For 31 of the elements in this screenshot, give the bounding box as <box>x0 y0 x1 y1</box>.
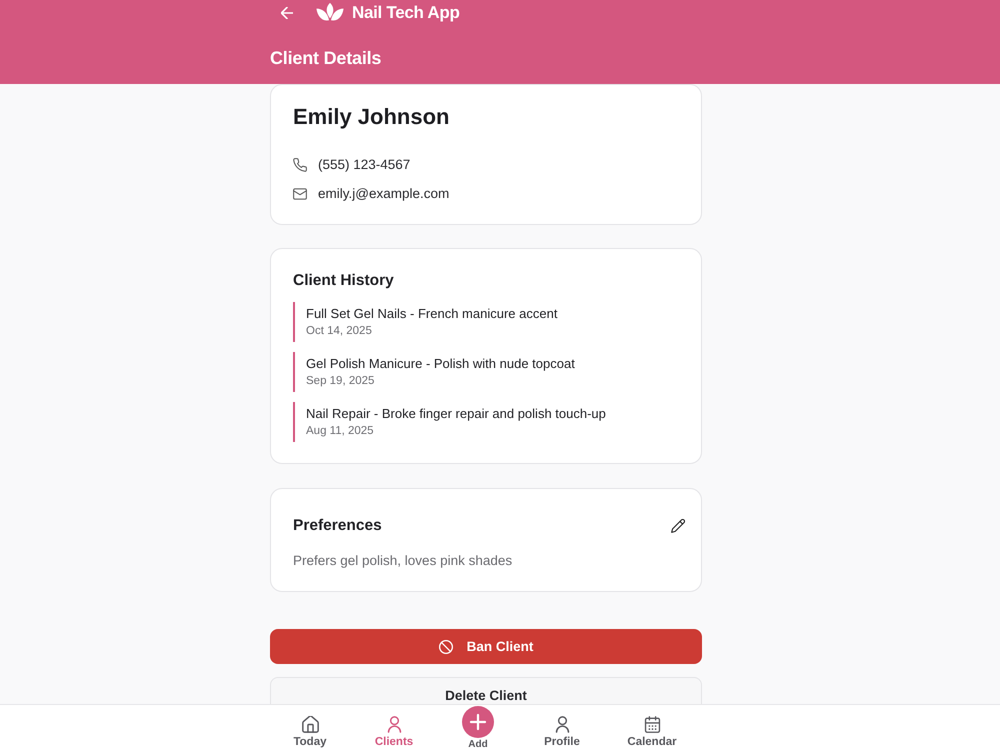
service-text: Full Set Gel Nails - French manicure accent <box>306 305 558 323</box>
app-title: Nail Tech App <box>352 2 460 24</box>
home-icon <box>302 716 318 733</box>
nav-tab[interactable]: Clients <box>352 705 436 750</box>
nav-tab[interactable]: Profile <box>520 705 604 750</box>
person-icon <box>386 716 402 733</box>
client-name: Emily Johnson <box>293 103 450 131</box>
page-title: Client Details <box>270 47 382 70</box>
service-text: Gel Polish Manicure - Polish with nude topcoat <box>306 355 576 373</box>
delete-button[interactable]: Delete Client <box>270 677 702 704</box>
lotus-logo-icon <box>316 2 344 22</box>
ban-button[interactable]: Ban Client <box>270 629 702 664</box>
section-title: Preferences <box>293 516 382 536</box>
ban-icon <box>438 640 453 654</box>
back-icon[interactable] <box>281 7 293 19</box>
nav-tab[interactable]: Today <box>268 705 352 750</box>
pencil-icon[interactable] <box>671 519 685 533</box>
date-text: Sep 19, 2025 <box>306 374 376 389</box>
service-text: Nail Repair - Broke finger repair and polish touch-up <box>306 405 607 423</box>
person-icon <box>554 716 570 733</box>
date-text: Aug 11, 2025 <box>306 424 375 439</box>
preferences-text: Prefers gel polish, loves pink shades <box>293 552 514 570</box>
email-address: emily.j@example.com <box>318 185 450 203</box>
nav-tab[interactable]: Calendar <box>604 705 700 750</box>
section-title: Client History <box>293 271 395 291</box>
mail-icon <box>293 187 307 201</box>
phone-icon <box>293 158 307 172</box>
phone-number: (555) 123-4567 <box>318 156 410 174</box>
date-text: Oct 14, 2025 <box>306 324 373 339</box>
nav-tab[interactable]: Add <box>436 705 520 750</box>
calendar-icon <box>644 716 660 733</box>
